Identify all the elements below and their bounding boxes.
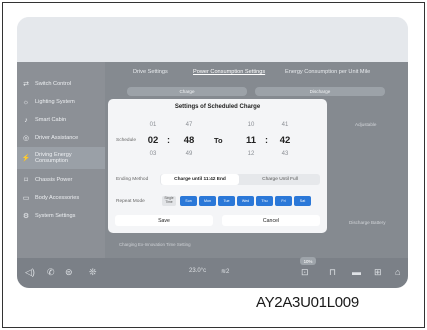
sidebar-item-label: Chassis Power bbox=[35, 177, 73, 183]
discharge-battery-note: Discharge Battery bbox=[349, 220, 386, 225]
battery-badge: 10% bbox=[300, 257, 316, 265]
home-icon[interactable]: ⌂ bbox=[395, 267, 400, 277]
start-colon: : bbox=[167, 135, 170, 145]
start-hour-prev[interactable]: 01 bbox=[146, 122, 160, 128]
top-bar bbox=[17, 17, 408, 62]
day-toggle-sat[interactable]: Sat bbox=[294, 196, 311, 206]
fan-level-value: 2 bbox=[226, 269, 230, 275]
cancel-button[interactable]: Cancel bbox=[222, 215, 320, 226]
start-min[interactable]: 48 bbox=[182, 135, 196, 146]
save-button[interactable]: Save bbox=[115, 215, 213, 226]
sidebar-item-label: Switch Control bbox=[35, 81, 72, 87]
sidebar-item-system-settings[interactable]: ⚙ System Settings bbox=[17, 207, 105, 225]
discharge-pill[interactable]: Discharge bbox=[255, 87, 385, 96]
sidebar-item-lighting-system[interactable]: ☼ Lighting System bbox=[17, 93, 105, 111]
end-hour-prev[interactable]: 10 bbox=[244, 122, 258, 128]
steering-wheel-icon: ◎ bbox=[22, 135, 30, 142]
charge-pill[interactable]: Charge bbox=[127, 87, 247, 96]
sidebar-item-label: Lighting System bbox=[35, 99, 75, 105]
charge-icon[interactable]: ⊡ bbox=[301, 267, 309, 278]
end-hour-next[interactable]: 12 bbox=[244, 151, 258, 157]
tab-drive-settings[interactable]: Drive Settings bbox=[133, 69, 168, 75]
energy-icon: ⚡ bbox=[21, 155, 31, 162]
start-min-next[interactable]: 49 bbox=[182, 151, 196, 157]
phone-icon[interactable]: ✆ bbox=[47, 267, 55, 278]
lightbulb-icon: ☼ bbox=[22, 98, 30, 106]
dialog-title: Settings of Scheduled Charge bbox=[174, 104, 261, 110]
tab-energy-per-mile[interactable]: Energy Consumption per Unit Mile bbox=[285, 69, 370, 75]
figure-caption: AY2A3U01L009 bbox=[256, 294, 359, 311]
bottom-bar: ◁) ✆ ⊜ ❊ 23.0°c ≋2 10% ⊡ ⊓ ▬ ⊞ ⌂ bbox=[17, 257, 408, 288]
accessories-icon: ▭ bbox=[22, 195, 30, 202]
single-time-toggle[interactable]: Single Time bbox=[162, 196, 176, 206]
lock-icon[interactable]: ⊓ bbox=[329, 267, 336, 278]
car-icon[interactable]: ⊜ bbox=[65, 267, 73, 278]
end-min[interactable]: 42 bbox=[278, 135, 292, 146]
start-hour-next[interactable]: 03 bbox=[146, 151, 160, 157]
charging-time-note: Charging Ex-Innovation Time Setting bbox=[119, 242, 191, 247]
start-hour[interactable]: 02 bbox=[146, 135, 160, 146]
tab-power-consumption[interactable]: Power Consumption Settings bbox=[193, 69, 265, 75]
day-toggle-sun[interactable]: Sun bbox=[180, 196, 197, 206]
repeat-mode-label: Repeat Mode bbox=[116, 199, 145, 204]
start-min-prev[interactable]: 47 bbox=[182, 122, 196, 128]
seat-icon: ♪ bbox=[24, 116, 28, 124]
switch-icon: ⇄ bbox=[23, 81, 29, 88]
chassis-icon: ⌑ bbox=[24, 177, 28, 184]
day-toggle-fri[interactable]: Fri bbox=[275, 196, 292, 206]
sidebar-item-smart-cabin[interactable]: ♪ Smart Cabin bbox=[17, 111, 105, 129]
sidebar-item-label: System Settings bbox=[35, 213, 76, 219]
fan-level[interactable]: ≋2 bbox=[221, 268, 229, 275]
day-toggle-tue[interactable]: Tue bbox=[218, 196, 235, 206]
ending-method-selector: Charge until 11:42 End Charge Until Full bbox=[160, 174, 320, 185]
day-toggle-thu[interactable]: Thu bbox=[256, 196, 273, 206]
ending-method-label: Ending Method bbox=[116, 177, 149, 182]
temperature-readout[interactable]: 23.0°c bbox=[189, 268, 206, 274]
sidebar-item-driver-assistance[interactable]: ◎ Driver Assistance bbox=[17, 129, 105, 147]
sidebar: ⇄ Switch Control ☼ Lighting System ♪ Sma… bbox=[17, 62, 105, 258]
sidebar-item-label: Body Accessories bbox=[35, 195, 80, 201]
volume-icon[interactable]: ◁) bbox=[25, 267, 35, 278]
scheduled-charge-dialog: Settings of Scheduled Charge Schedule 01… bbox=[108, 99, 327, 233]
apps-icon[interactable]: ⊞ bbox=[374, 267, 382, 278]
fan-shortcut-icon[interactable]: ❊ bbox=[89, 267, 97, 278]
sidebar-item-body-accessories[interactable]: ▭ Body Accessories bbox=[17, 189, 105, 207]
sidebar-item-switch-control[interactable]: ⇄ Switch Control bbox=[17, 75, 105, 93]
sidebar-item-label: Driving Energy Consumption bbox=[35, 152, 72, 164]
day-toggle-mon[interactable]: Mon bbox=[199, 196, 216, 206]
end-colon: : bbox=[265, 135, 268, 145]
vehicle-icon[interactable]: ▬ bbox=[352, 267, 361, 277]
schedule-label: Schedule bbox=[116, 138, 137, 143]
charge-until-full-option[interactable]: Charge Until Full bbox=[240, 174, 320, 185]
charge-until-time-option[interactable]: Charge until 11:42 End bbox=[161, 174, 239, 185]
adjustable-note: Adjustable bbox=[355, 122, 377, 127]
end-hour[interactable]: 11 bbox=[244, 135, 258, 146]
sidebar-item-driving-energy[interactable]: ⚡ Driving Energy Consumption bbox=[17, 147, 105, 169]
sidebar-item-label: Driver Assistance bbox=[35, 135, 79, 141]
gear-icon: ⚙ bbox=[22, 213, 30, 220]
day-toggle-wed[interactable]: Wed bbox=[237, 196, 254, 206]
sidebar-item-chassis-power[interactable]: ⌑ Chassis Power bbox=[17, 171, 105, 189]
end-min-prev[interactable]: 41 bbox=[278, 122, 292, 128]
sidebar-item-label: Smart Cabin bbox=[35, 117, 67, 123]
end-min-next[interactable]: 43 bbox=[278, 151, 292, 157]
to-label: To bbox=[214, 136, 223, 145]
